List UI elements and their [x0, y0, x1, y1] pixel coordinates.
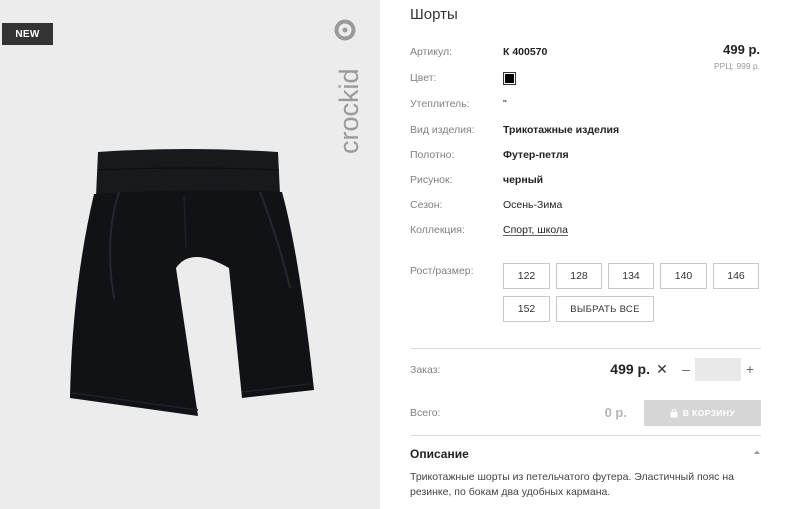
pattern-value: черный [503, 174, 544, 186]
order-price: 499 р. [610, 361, 650, 377]
add-to-cart-label: В КОРЗИНУ [682, 408, 736, 418]
season-value: Осень-Зима [503, 199, 563, 211]
product-type-value: Трикотажные изделия [503, 124, 620, 136]
brand-logo-text: crockid [334, 68, 364, 154]
insulation-value: " [503, 98, 507, 110]
article-label: Артикул: [410, 46, 453, 58]
divider [410, 348, 761, 349]
insulation-label: Утеплитель: [410, 98, 470, 110]
rrp-label: РРЦ: [713, 61, 734, 71]
close-icon[interactable]: ✕ [656, 362, 668, 376]
collection-label: Коллекция: [410, 224, 465, 236]
pattern-label: Рисунок: [410, 174, 453, 186]
size-option-140[interactable]: 140 [660, 263, 707, 289]
total-label: Всего: [410, 407, 441, 419]
fabric-label: Полотно: [410, 149, 455, 161]
rrp-value: 999 р. [736, 61, 760, 71]
quantity-input[interactable] [695, 358, 741, 381]
order-label: Заказ: [410, 364, 441, 376]
size-option-122[interactable]: 122 [503, 263, 550, 289]
description-title[interactable]: Описание [410, 447, 469, 461]
new-badge: NEW [2, 23, 53, 45]
product-type-label: Вид изделия: [410, 124, 475, 136]
total-value: 0 р. [604, 405, 627, 420]
fabric-value: Футер-петля [503, 149, 569, 161]
collection-link[interactable]: Спорт, школа [503, 224, 568, 236]
select-all-sizes-button[interactable]: ВЫБРАТЬ ВСЕ [556, 296, 654, 322]
product-price: 499 р. [723, 42, 760, 57]
article-value: К 400570 [503, 46, 548, 58]
product-photo-shorts[interactable] [64, 148, 314, 423]
size-option-152[interactable]: 152 [503, 296, 550, 322]
color-swatch-black[interactable] [503, 72, 516, 85]
product-title: Шорты [410, 6, 458, 23]
quantity-increase-button[interactable]: + [743, 360, 757, 378]
size-option-128[interactable]: 128 [556, 263, 602, 289]
quantity-decrease-button[interactable]: – [679, 360, 693, 378]
size-option-146[interactable]: 146 [713, 263, 759, 289]
description-text: Трикотажные шорты из петельчатого футера… [410, 471, 734, 498]
brand-logo: crockid [327, 18, 371, 154]
chevron-up-icon[interactable] [753, 448, 761, 456]
size-label: Рост/размер: [410, 265, 474, 277]
divider [410, 435, 761, 436]
product-image-panel: NEW crockid [0, 0, 380, 509]
size-option-134[interactable]: 134 [608, 263, 654, 289]
shopping-bag-icon [670, 408, 678, 417]
recommended-retail-price: РРЦ: 999 р. [714, 61, 760, 71]
season-label: Сезон: [410, 199, 443, 211]
add-to-cart-button[interactable]: В КОРЗИНУ [644, 400, 761, 426]
color-label: Цвет: [410, 72, 437, 84]
